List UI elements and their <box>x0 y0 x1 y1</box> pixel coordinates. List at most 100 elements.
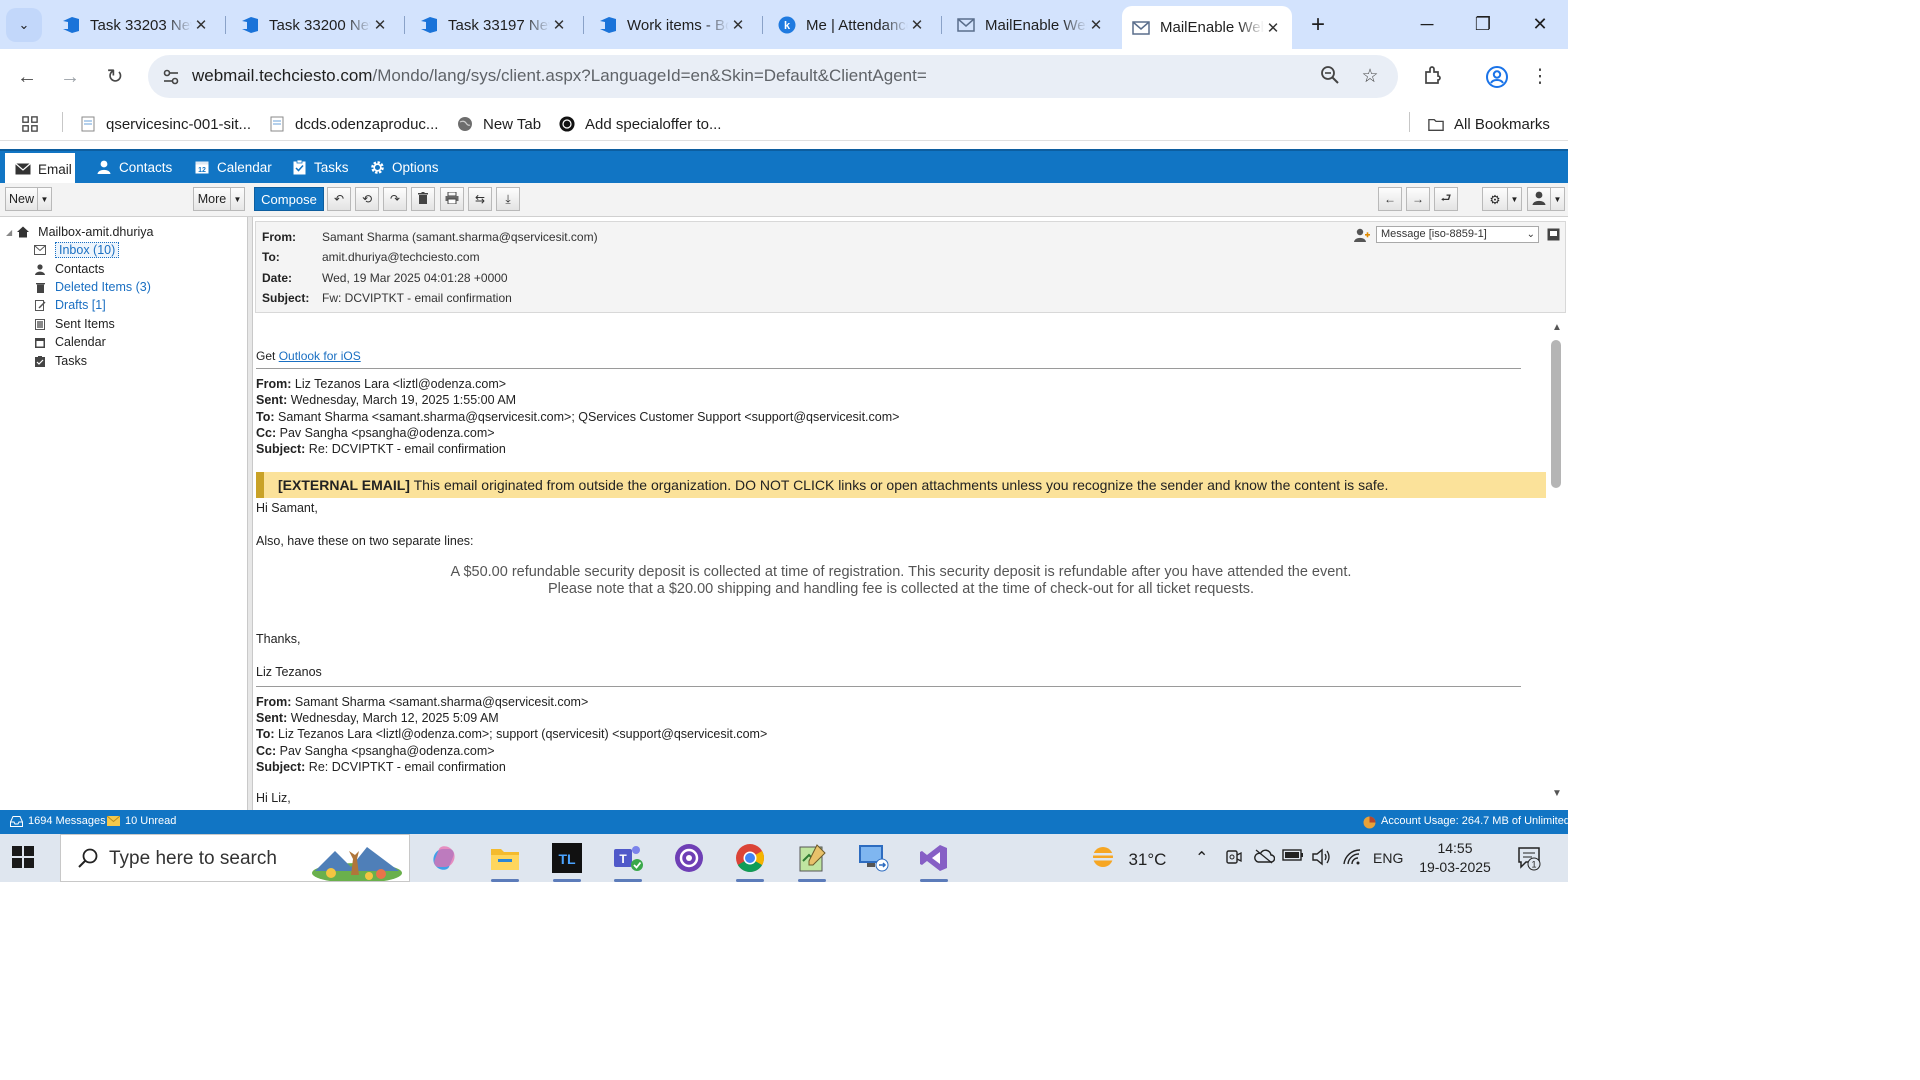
file-explorer-app[interactable] <box>487 840 523 882</box>
folder-drafts[interactable]: Drafts [1] <box>34 296 106 314</box>
kebab-menu-icon[interactable]: ⋮ <box>1527 65 1553 91</box>
close-icon[interactable]: ✕ <box>1087 16 1105 34</box>
outlook-ios-link[interactable]: Outlook for iOS <box>279 349 361 363</box>
folder-sent-items[interactable]: Sent Items <box>34 315 115 333</box>
dropdown-arrow-icon[interactable]: ▼ <box>1550 188 1564 210</box>
minimize-button[interactable]: ─ <box>1407 10 1447 38</box>
settings-menu-button[interactable]: ⚙ ▼ <box>1482 187 1522 211</box>
system-clock[interactable]: 14:55 19-03-2025 <box>1418 839 1492 877</box>
compose-button[interactable]: Compose <box>254 187 324 211</box>
tab-search-button[interactable]: ⌄ <box>6 8 42 42</box>
onedrive-icon[interactable] <box>1253 848 1276 869</box>
copilot-app[interactable] <box>426 840 462 876</box>
tab-calendar[interactable]: 12 Calendar <box>184 151 282 183</box>
github-desktop-app[interactable] <box>671 840 707 876</box>
site-settings-icon[interactable] <box>160 66 182 88</box>
notification-center-button[interactable]: 1 <box>1516 845 1542 876</box>
scroll-up-icon[interactable]: ▲ <box>1550 322 1564 333</box>
browser-tab[interactable]: Task 33203 New ✕ <box>52 8 220 42</box>
bookmark-item[interactable]: dcds.odenzaproduc... <box>269 113 438 135</box>
extensions-icon[interactable] <box>1420 65 1446 91</box>
tab-tasks[interactable]: Tasks <box>281 151 359 183</box>
new-tab-button[interactable]: + <box>1304 12 1332 40</box>
scroll-down-icon[interactable]: ▼ <box>1550 788 1564 799</box>
previous-message-button[interactable]: ← <box>1378 187 1402 211</box>
browser-tab[interactable]: MailEnable Web ✕ <box>947 8 1115 42</box>
browser-tab[interactable]: k Me | Attendance ✕ <box>768 8 936 42</box>
apps-button[interactable] <box>22 113 48 135</box>
move-button[interactable]: ⇆ <box>468 187 492 211</box>
user-menu-button[interactable]: ▼ <box>1527 187 1565 211</box>
mailbox-root[interactable]: ◢ Mailbox-amit.dhuriya <box>6 223 153 241</box>
charset-select[interactable]: Message [iso-8859-1] ⌄ <box>1376 226 1539 243</box>
start-button[interactable] <box>12 846 36 870</box>
bookmark-item[interactable]: New Tab <box>457 113 541 135</box>
tl-app[interactable]: TL <box>549 840 585 882</box>
reload-button[interactable]: ↻ <box>99 61 131 93</box>
volume-icon[interactable] <box>1311 848 1331 871</box>
notepad-app[interactable] <box>794 840 830 882</box>
language-indicator[interactable]: ENG <box>1373 850 1403 866</box>
bookmark-item[interactable]: qservicesinc-001-sit... <box>80 113 251 135</box>
folder-deleted-items[interactable]: Deleted Items (3) <box>34 278 151 296</box>
close-icon[interactable]: ✕ <box>550 16 568 34</box>
all-bookmarks-button[interactable]: All Bookmarks <box>1428 113 1550 135</box>
meet-now-icon[interactable] <box>1225 848 1243 871</box>
tree-toggle-icon[interactable]: ◢ <box>6 228 12 237</box>
message-options-icon[interactable] <box>1547 228 1560 246</box>
dropdown-arrow-icon[interactable]: ▼ <box>1507 188 1521 210</box>
more-button[interactable]: More ▼ <box>193 187 245 211</box>
scrollbar-thumb[interactable] <box>1551 340 1561 488</box>
zoom-icon[interactable] <box>1318 65 1342 89</box>
reply-all-button[interactable]: ⟲ <box>355 187 379 211</box>
taskbar-search-box[interactable]: Type here to search <box>60 834 410 882</box>
next-message-button[interactable]: → <box>1406 187 1430 211</box>
folder-tasks[interactable]: Tasks <box>34 352 87 370</box>
browser-tab[interactable]: Task 33200 New ✕ <box>231 8 399 42</box>
back-button[interactable]: ← <box>11 61 43 93</box>
browser-tab[interactable]: Work items - Boards ✕ <box>589 8 757 42</box>
browser-tab-active[interactable]: MailEnable Web ✕ <box>1122 6 1292 49</box>
close-window-button[interactable]: ✕ <box>1520 10 1560 38</box>
close-icon[interactable]: ✕ <box>1264 19 1282 37</box>
new-button[interactable]: New ▼ <box>5 187 52 211</box>
forward-button[interactable]: → <box>54 61 86 93</box>
delete-button[interactable] <box>411 187 435 211</box>
return-button[interactable]: ⮐ <box>1434 187 1458 211</box>
bookmark-item[interactable]: Add specialoffer to... <box>559 113 721 135</box>
close-icon[interactable]: ✕ <box>729 16 747 34</box>
close-icon[interactable]: ✕ <box>192 16 210 34</box>
download-button[interactable]: ⤓ <box>496 187 520 211</box>
dropdown-arrow-icon[interactable]: ▼ <box>230 188 244 210</box>
download-icon: ⤓ <box>505 191 511 206</box>
battery-icon[interactable] <box>1282 848 1304 867</box>
add-contact-icon[interactable] <box>1354 228 1370 247</box>
tab-options[interactable]: Options <box>359 151 449 183</box>
chrome-app[interactable] <box>732 840 768 882</box>
visual-studio-app[interactable] <box>916 840 952 882</box>
bookmark-star-icon[interactable]: ☆ <box>1358 65 1382 89</box>
folder-calendar[interactable]: Calendar <box>34 333 106 351</box>
tab-email[interactable]: Email <box>5 153 75 185</box>
browser-tab[interactable]: Task 33197 New ✕ <box>410 8 578 42</box>
chevron-up-icon[interactable]: ⌃ <box>1195 848 1208 868</box>
forward-message-button[interactable]: ↷ <box>383 187 407 211</box>
profile-icon[interactable] <box>1484 65 1510 91</box>
folder-inbox[interactable]: Inbox (10) <box>34 241 120 259</box>
close-icon[interactable]: ✕ <box>371 16 389 34</box>
folder-contacts[interactable]: Contacts <box>34 260 104 278</box>
teams-app[interactable]: T <box>610 840 646 882</box>
dropdown-arrow-icon[interactable]: ▼ <box>37 188 51 210</box>
address-bar[interactable]: webmail.techciesto.com/Mondo/lang/sys/cl… <box>148 55 1398 98</box>
print-button[interactable] <box>440 187 464 211</box>
wifi-icon[interactable] <box>1342 848 1362 871</box>
reply-button[interactable]: ↶ <box>327 187 351 211</box>
close-icon[interactable]: ✕ <box>908 16 926 34</box>
remote-desktop-app[interactable] <box>855 840 891 876</box>
weather-widget[interactable]: 31°C <box>1088 845 1166 874</box>
tab-contacts[interactable]: Contacts <box>86 151 182 183</box>
pane-splitter[interactable] <box>248 217 253 810</box>
divider <box>256 368 1521 369</box>
message-scrollbar[interactable]: ▲ ▼ <box>1548 320 1566 810</box>
restore-button[interactable]: ❐ <box>1463 10 1503 38</box>
